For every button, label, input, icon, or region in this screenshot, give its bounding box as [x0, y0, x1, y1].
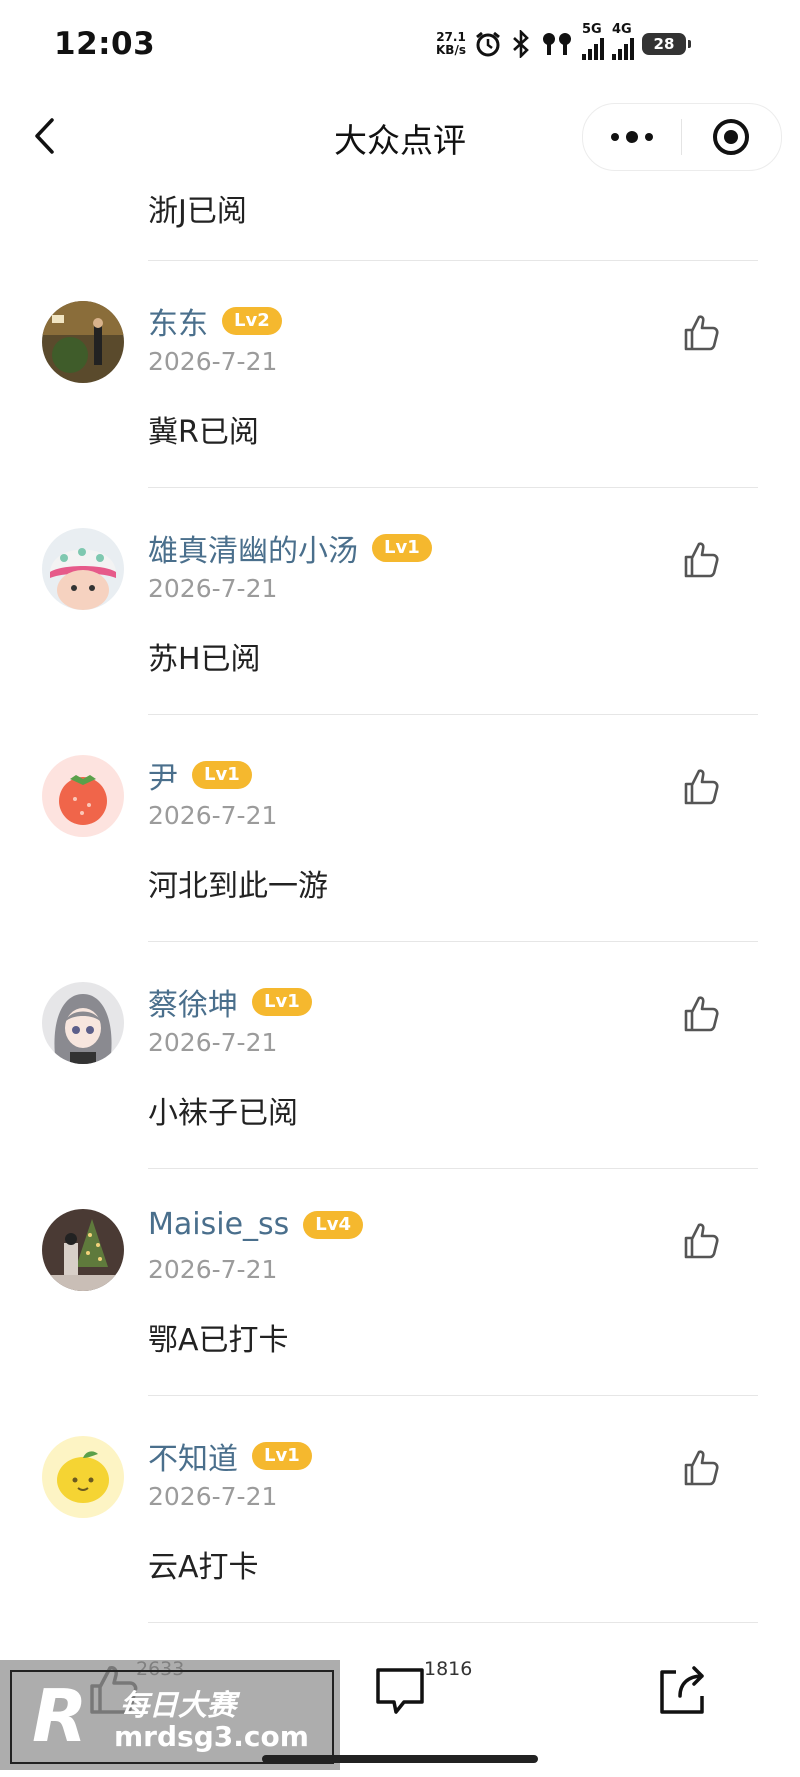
comment-item: 东东 Lv2 2026-7-21 冀R已阅 [0, 261, 800, 487]
thumbs-up-icon[interactable] [680, 538, 724, 582]
level-badge: Lv4 [303, 1210, 364, 1239]
status-time: 12:03 [54, 26, 156, 62]
bluetooth-icon [513, 30, 529, 58]
thumbs-up-icon[interactable] [680, 311, 724, 355]
username-text: 不知道 [148, 1442, 238, 1477]
comment-date: 2026-7-21 [148, 1028, 278, 1057]
username[interactable]: 尹 Lv1 [148, 753, 252, 797]
network-speed: 27.1 KB/s [436, 31, 466, 57]
comment-date: 2026-7-21 [148, 574, 278, 603]
comment-divider [148, 1622, 758, 1623]
earbuds-icon [542, 33, 571, 55]
signal-5g-label: 5G [581, 22, 602, 37]
comment-count: 1816 [424, 1658, 473, 1680]
watermark-url: mrdsg3.com [114, 1720, 309, 1753]
target-icon [713, 119, 749, 155]
avatar[interactable] [42, 1436, 124, 1518]
username-text: 东东 [148, 307, 208, 342]
comment-item: Maisie_ss Lv4 2026-7-21 鄂A已打卡 [0, 1169, 800, 1395]
comment-text: 河北到此一游 [148, 869, 328, 904]
thumbs-up-icon[interactable] [680, 1219, 724, 1263]
alarm-icon [476, 31, 500, 57]
watermark-logo: R [32, 1674, 88, 1758]
username-text: 尹 [148, 761, 178, 796]
avatar[interactable] [42, 982, 124, 1064]
network-speed-unit: KB/s [436, 43, 466, 57]
comment-text: 小袜子已阅 [148, 1096, 298, 1131]
level-badge: Lv1 [372, 534, 432, 562]
close-mini-program-button[interactable] [682, 104, 780, 170]
comment-date: 2026-7-21 [148, 1482, 278, 1511]
status-bar: 12:03 27.1 KB/s 5G 4G 28 [0, 0, 800, 90]
comment-item: 尹 Lv1 2026-7-21 河北到此一游 [0, 715, 800, 941]
username[interactable]: 不知道 Lv1 [148, 1434, 312, 1478]
thumbs-up-icon[interactable] [680, 1446, 724, 1490]
comment-item: 不知道 Lv1 2026-7-21 云A打卡 [0, 1396, 800, 1622]
comment-item: 蔡徐坤 Lv1 2026-7-21 小袜子已阅 [0, 942, 800, 1168]
comment-text-partial: 浙J已阅 [148, 194, 247, 229]
comment-date: 2026-7-21 [148, 1255, 278, 1284]
more-button[interactable] [583, 104, 681, 170]
comment-date: 2026-7-21 [148, 801, 278, 830]
nav-bar: 大众点评 [0, 90, 800, 184]
home-indicator[interactable] [262, 1755, 538, 1763]
thumbs-up-icon[interactable] [680, 992, 724, 1036]
level-badge: Lv1 [192, 761, 252, 789]
username[interactable]: 蔡徐坤 Lv1 [148, 980, 312, 1024]
comment-date: 2026-7-21 [148, 347, 278, 376]
comment-item: 雄真清幽的小汤 Lv1 2026-7-21 苏H已阅 [0, 488, 800, 714]
comment-text: 云A打卡 [148, 1550, 259, 1585]
username-text: Maisie_ss [148, 1207, 290, 1242]
watermark-frame: R 每日大赛 mrdsg3.com [10, 1670, 334, 1764]
thumbs-up-icon[interactable] [680, 765, 724, 809]
avatar[interactable] [42, 1209, 124, 1291]
share-icon[interactable] [652, 1660, 712, 1720]
comment-text: 冀R已阅 [148, 415, 259, 450]
username-text: 雄真清幽的小汤 [148, 534, 358, 569]
battery-indicator: 28 [641, 33, 691, 55]
comment-text: 苏H已阅 [148, 642, 261, 677]
level-badge: Lv1 [252, 1442, 312, 1470]
avatar[interactable] [42, 528, 124, 610]
status-icons: 27.1 KB/s 5G 4G 28 [436, 22, 691, 62]
username[interactable]: 雄真清幽的小汤 Lv1 [148, 526, 432, 570]
comment-text: 鄂A已打卡 [148, 1323, 289, 1358]
username[interactable]: 东东 Lv2 [148, 299, 282, 343]
signal-5g-icon: 5G [581, 22, 604, 60]
avatar[interactable] [42, 755, 124, 837]
username[interactable]: Maisie_ss Lv4 [148, 1207, 364, 1242]
level-badge: Lv2 [222, 307, 282, 335]
level-badge: Lv1 [252, 988, 312, 1016]
mini-program-capsule [582, 103, 782, 171]
username-text: 蔡徐坤 [148, 988, 238, 1023]
watermark-brand: 每日大赛 [120, 1688, 237, 1722]
avatar[interactable] [42, 301, 124, 383]
signal-4g-icon: 4G [611, 22, 634, 60]
watermark: R 每日大赛 mrdsg3.com [0, 1660, 340, 1770]
signal-4g-label: 4G [611, 22, 632, 37]
comment-icon[interactable] [370, 1660, 430, 1720]
